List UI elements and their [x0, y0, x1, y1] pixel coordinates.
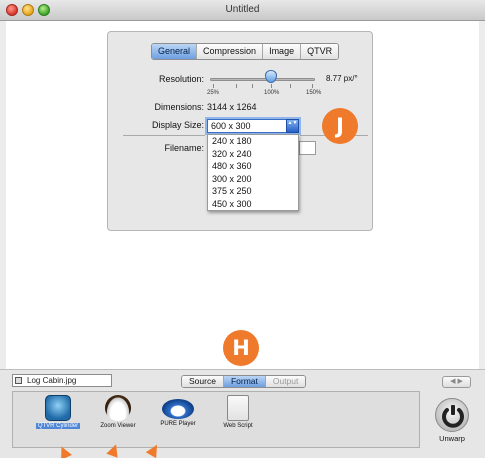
unwarp-icon — [435, 398, 469, 432]
zoom-viewer-icon — [105, 395, 131, 421]
slider-tick — [290, 84, 291, 88]
display-size-dropdown-menu: 240 x 180 320 x 240 480 x 360 300 x 200 … — [207, 134, 299, 211]
dropdown-option[interactable]: 320 x 240 — [208, 148, 298, 161]
slider-tick — [312, 84, 313, 88]
slider-tick — [236, 84, 237, 88]
settings-tabs: General Compression Image QTVR — [151, 43, 340, 60]
filename-label: Filename: — [164, 143, 204, 153]
slider-tick — [213, 84, 214, 88]
unwarp-label: Unwarp — [439, 434, 465, 443]
segment-format[interactable]: Format — [223, 376, 266, 387]
unwarp-button[interactable]: Unwarp — [432, 398, 472, 443]
pure-player-icon — [162, 399, 194, 419]
qtvr-cylinder-icon — [45, 395, 71, 421]
window-title: Untitled — [225, 4, 260, 15]
tab-general[interactable]: General — [152, 44, 198, 59]
section-divider — [123, 135, 205, 136]
display-size-value: 600 x 300 — [211, 121, 251, 131]
format-label: Web Script — [223, 423, 253, 429]
web-script-icon — [227, 395, 249, 421]
display-size-label: Display Size: — [151, 120, 204, 130]
segment-output[interactable]: Output — [265, 376, 306, 387]
format-label: Zoom Viewer — [100, 423, 136, 429]
tab-qtvr[interactable]: QTVR — [301, 44, 339, 59]
resolution-value: 8.77 px/° — [326, 74, 358, 83]
dropdown-option[interactable]: 480 x 360 — [208, 160, 298, 173]
app-window: Untitled General Compression Image QTVR … — [0, 0, 485, 458]
tab-compression[interactable]: Compression — [197, 44, 264, 59]
dropdown-option[interactable]: 375 x 250 — [208, 185, 298, 198]
title-bar: Untitled — [0, 0, 485, 21]
tab-image[interactable]: Image — [263, 44, 302, 59]
slider-tick — [252, 84, 253, 88]
dimensions-label: Dimensions: — [154, 102, 204, 112]
slider-tick-label: 100% — [264, 90, 280, 96]
format-web-script[interactable]: Web Script — [213, 395, 263, 429]
format-label: PURE Player — [160, 421, 196, 427]
workflow-segmented-control: Source Format Output — [181, 375, 307, 388]
filename-input[interactable] — [299, 141, 316, 155]
dropdown-option[interactable]: 300 x 200 — [208, 173, 298, 186]
callout-badge-j: J — [322, 108, 358, 144]
source-file-name: Log Cabin.jpg — [27, 376, 77, 385]
format-label: QTVR Cylinder — [35, 423, 81, 429]
source-file-field[interactable]: Log Cabin.jpg — [12, 374, 112, 387]
format-qtvr-cylinder[interactable]: QTVR Cylinder — [33, 395, 83, 429]
image-file-icon — [15, 377, 22, 384]
resolution-label: Resolution: — [158, 74, 204, 84]
slider-tick — [271, 84, 272, 88]
dimensions-value: 3144 x 1264 — [207, 102, 257, 112]
format-zoom-viewer[interactable]: Zoom Viewer — [93, 395, 143, 429]
display-size-select[interactable]: 600 x 300 ▲▼ — [207, 119, 299, 133]
updown-arrows-icon: ▲▼ — [286, 119, 299, 133]
segment-source[interactable]: Source — [182, 376, 224, 387]
resolution-slider[interactable] — [210, 78, 315, 81]
dropdown-option[interactable]: 450 x 300 — [208, 198, 298, 211]
slider-tick-label: 150% — [306, 90, 322, 96]
prev-next-arrows-button[interactable]: ◀ ▶ — [442, 376, 471, 388]
dropdown-option[interactable]: 240 x 180 — [208, 135, 298, 148]
format-pure-player[interactable]: PURE Player — [153, 395, 203, 427]
slider-tick-label: 25% — [207, 90, 220, 96]
callout-badge-h: H — [223, 330, 259, 366]
